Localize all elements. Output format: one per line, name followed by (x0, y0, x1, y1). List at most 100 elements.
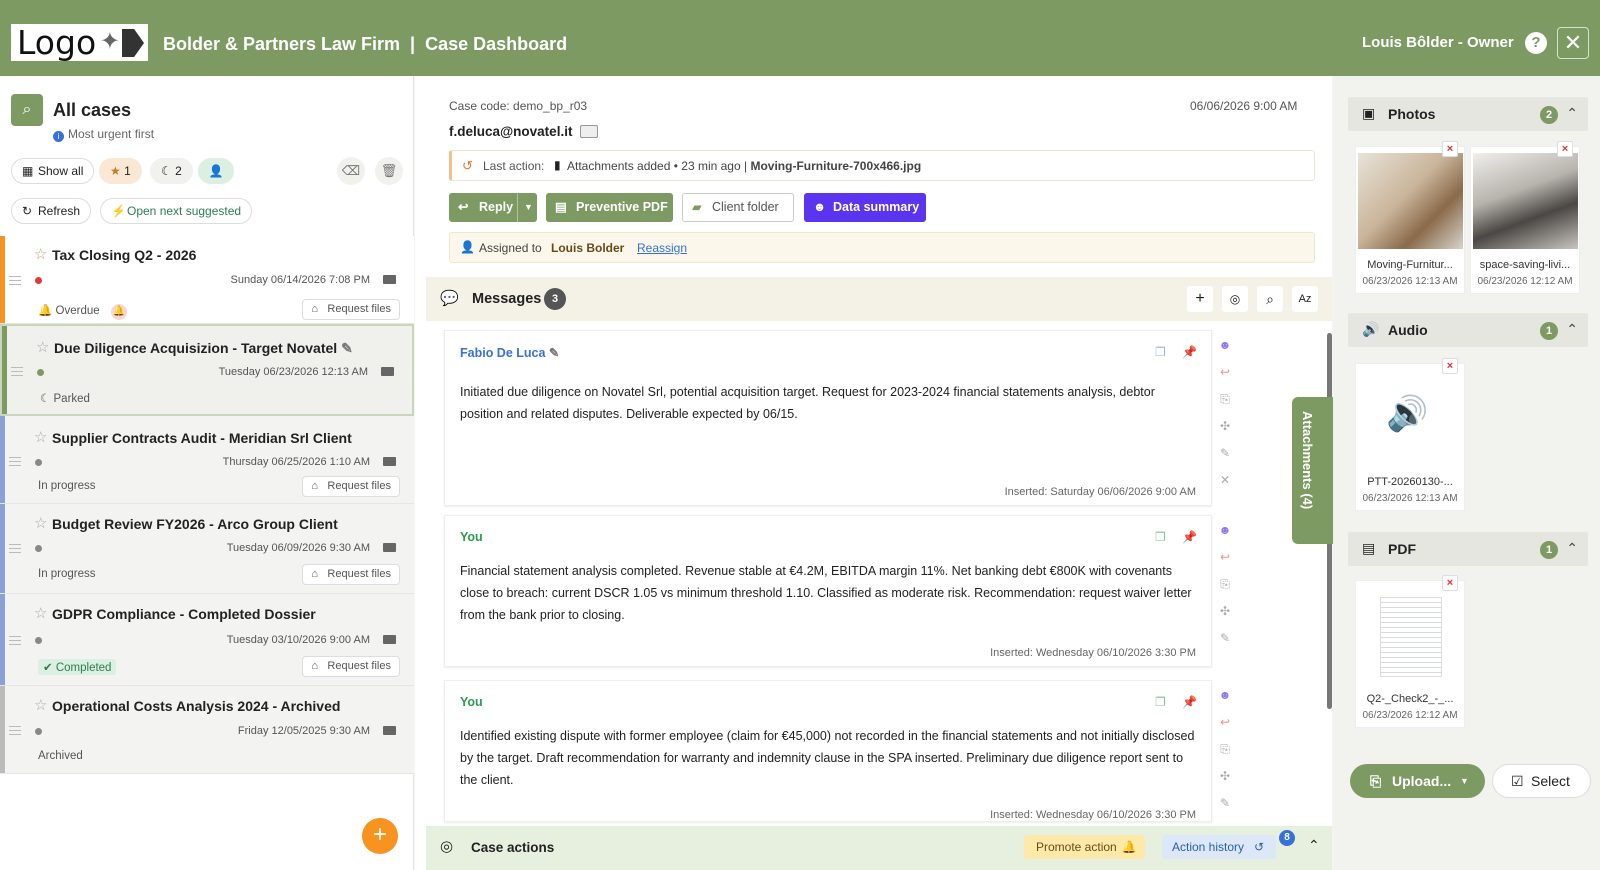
chevron-up-icon[interactable]: ⌃ (1566, 105, 1578, 122)
robot-icon[interactable]: ☻ (1215, 523, 1235, 550)
star-icon[interactable]: ☆ (36, 338, 49, 356)
pencil-icon[interactable]: ✎ (341, 340, 353, 356)
chevron-down-icon[interactable]: ▼ (517, 193, 533, 222)
sort-az-button[interactable]: Az (1292, 286, 1318, 312)
search-icon[interactable]: ⌕ (11, 94, 43, 126)
add-message-icon[interactable]: + (1187, 286, 1213, 312)
photo-thumbnail[interactable]: × Moving-Furnitur... 06/23/2026 12:13 AM (1355, 141, 1465, 294)
paperclip-icon[interactable]: ⎘ (1215, 577, 1235, 604)
pdf-section-header[interactable]: ▤ PDF 1 ⌃ (1348, 532, 1588, 566)
envelope-icon[interactable] (383, 275, 396, 284)
drag-handle-icon[interactable] (9, 276, 21, 285)
case-priority-bar (2, 326, 7, 414)
chevron-up-icon[interactable]: ⌃ (1566, 540, 1578, 557)
pencil-icon[interactable]: ✎ (1215, 631, 1235, 658)
paperclip-icon[interactable]: ⎘ (1215, 742, 1235, 769)
request-files-button[interactable]: Request files (302, 564, 400, 585)
drag-handle-icon[interactable] (9, 544, 21, 553)
eraser-icon[interactable]: ⌫ (337, 157, 365, 185)
delete-icon[interactable]: ✕ (1215, 473, 1235, 500)
attachments-tab[interactable]: Attachments (4) (1292, 397, 1334, 544)
request-files-button[interactable]: Request files (302, 299, 400, 320)
star-icon[interactable]: ☆ (34, 514, 47, 532)
pdf-thumbnail[interactable]: × Q2-_Check2_-_... 06/23/2026 12:12 AM (1355, 575, 1465, 728)
chevron-up-icon[interactable]: ⌃ (1566, 321, 1578, 338)
pencil-icon[interactable]: ✎ (1215, 796, 1235, 823)
paperclip-icon[interactable]: ⎘ (1215, 392, 1235, 419)
envelope-icon[interactable] (383, 635, 396, 644)
help-icon[interactable]: ? (1525, 32, 1547, 54)
remove-icon[interactable]: × (1557, 141, 1573, 157)
envelope-icon[interactable] (381, 367, 394, 376)
envelope-icon[interactable] (383, 726, 396, 735)
reply-icon[interactable]: ↩ (1215, 715, 1235, 742)
close-button[interactable]: ✕ (1557, 27, 1589, 59)
case-item-selected[interactable]: ☆ Due Diligence Acquisizion - Target Nov… (0, 324, 414, 416)
pin-icon[interactable]: 📌 (1182, 530, 1197, 544)
assigned-filter[interactable]: 👤 (198, 158, 234, 184)
copy-icon[interactable]: ❐ (1155, 530, 1166, 544)
client-folder-button[interactable]: ▰ Client folder (682, 193, 794, 222)
case-item[interactable]: ☆ Budget Review FY2026 - Arco Group Clie… (0, 504, 414, 594)
reassign-link[interactable]: Reassign (637, 241, 687, 255)
request-files-button[interactable]: Request files (302, 656, 400, 677)
hide-icon[interactable]: ◎ (1222, 286, 1248, 312)
upload-button[interactable]: ⎘ Upload... ▼ (1350, 764, 1485, 798)
reply-icon: ↩ (458, 200, 469, 214)
star-icon[interactable]: ☆ (34, 245, 47, 263)
add-case-button[interactable]: + (362, 818, 398, 854)
drag-handle-icon[interactable] (9, 636, 21, 645)
reply-icon[interactable]: ↩ (1215, 365, 1235, 392)
promote-action-button[interactable]: Promote action 🔔 (1024, 835, 1145, 859)
remove-icon[interactable]: × (1442, 358, 1458, 374)
refresh-button[interactable]: ↻ Refresh (11, 198, 92, 224)
reply-icon[interactable]: ↩ (1215, 550, 1235, 577)
case-item[interactable]: ☆ Supplier Contracts Audit - Meridian Sr… (0, 416, 414, 504)
star-icon[interactable]: ☆ (34, 604, 47, 622)
moon-icon: ☾ (40, 393, 51, 405)
audio-section-header[interactable]: 🔊 Audio 1 ⌃ (1348, 313, 1588, 347)
envelope-icon[interactable] (383, 457, 396, 466)
envelope-icon[interactable] (383, 543, 396, 552)
contact-card-icon[interactable] (580, 125, 599, 138)
search-icon[interactable]: ⌕ (1257, 286, 1283, 312)
starred-filter[interactable]: ★ 1 (99, 158, 142, 184)
photo-thumbnail[interactable]: × space-saving-livi... 06/23/2026 12:12 … (1470, 141, 1580, 294)
audio-thumbnail[interactable]: 🔊 × PTT-20260130-... 06/23/2026 12:13 AM (1355, 358, 1465, 511)
request-files-button[interactable]: Request files (302, 476, 400, 497)
case-item[interactable]: ☆ Operational Costs Analysis 2024 - Arch… (0, 686, 414, 774)
edit-note-icon[interactable]: ✎ (549, 346, 559, 360)
remove-icon[interactable]: × (1442, 141, 1458, 157)
data-summary-button[interactable]: ☻ Data summary (804, 193, 926, 222)
copy-icon[interactable]: ❐ (1155, 695, 1166, 709)
reply-button[interactable]: ↩ Reply ▼ (449, 193, 537, 222)
show-all-button[interactable]: ▦ Show all (11, 158, 95, 184)
robot-icon[interactable]: ☻ (1215, 338, 1235, 365)
case-item[interactable]: ☆ Tax Closing Q2 - 2026 Sunday 06/14/202… (0, 236, 414, 324)
open-next-suggested-button[interactable]: ⚡ Open next suggested (100, 198, 253, 224)
case-item[interactable]: ☆ GDPR Compliance - Completed Dossier Tu… (0, 594, 414, 686)
move-icon[interactable]: ✣ (1215, 769, 1235, 796)
drag-handle-icon[interactable] (9, 726, 21, 735)
chat-icon: 💬 (440, 290, 459, 307)
drag-handle-icon[interactable] (9, 457, 21, 466)
star-icon[interactable]: ☆ (34, 696, 47, 714)
pin-icon[interactable]: 📌 (1182, 695, 1197, 709)
select-button[interactable]: ☑ Select (1492, 764, 1591, 798)
robot-icon[interactable]: ☻ (1215, 688, 1235, 715)
trash-icon[interactable]: 🗑 (375, 157, 403, 185)
move-icon[interactable]: ✣ (1215, 604, 1235, 631)
action-history-button[interactable]: Action history ↺ (1162, 835, 1277, 859)
drag-handle-icon[interactable] (11, 367, 23, 376)
pin-icon[interactable]: 📌 (1182, 345, 1197, 359)
preventive-pdf-button[interactable]: ▤ Preventive PDF (546, 193, 673, 222)
remove-icon[interactable]: × (1442, 575, 1458, 591)
chevron-up-icon[interactable]: ⌃ (1308, 837, 1320, 854)
photos-section-header[interactable]: ▣ Photos 2 ⌃ (1348, 97, 1588, 131)
star-icon[interactable]: ☆ (34, 428, 47, 446)
parked-filter[interactable]: ☾ 2 (150, 158, 193, 184)
pencil-icon[interactable]: ✎ (1215, 446, 1235, 473)
move-icon[interactable]: ✣ (1215, 419, 1235, 446)
grid-icon: ▦ (22, 164, 34, 178)
copy-icon[interactable]: ❐ (1155, 345, 1166, 359)
